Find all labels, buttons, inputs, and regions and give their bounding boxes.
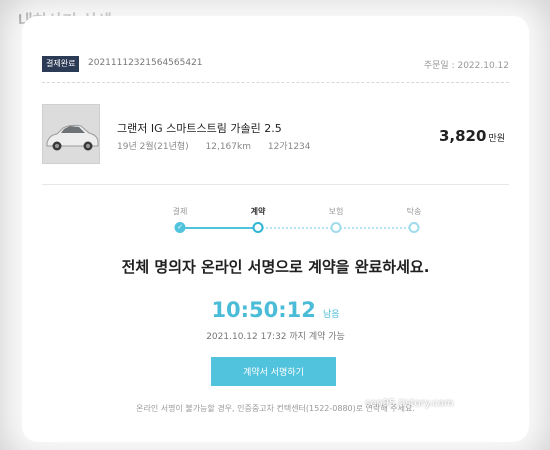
order-date: 주문일 : 2022.10.12	[423, 61, 509, 71]
deadline-text: 2021.10.12 17:32 까지 계약 가능	[206, 332, 345, 342]
car-meta: 19년 2월(21년형) 12,167km 12가1234	[117, 139, 325, 152]
divider	[42, 184, 509, 185]
order-detail-card: 결제완료 20211112321564565421 주문일 : 2022.10.…	[22, 16, 529, 442]
step-connector	[336, 227, 414, 229]
order-header: 결제완료 20211112321564565421 주문일 : 2022.10.…	[42, 56, 509, 74]
car-mileage: 12,167km	[205, 142, 251, 152]
car-price: 3,820 만원	[439, 126, 505, 145]
watermark: son95.tistory.com	[365, 398, 454, 409]
divider	[42, 82, 509, 83]
price-unit: 만원	[488, 134, 505, 144]
step-current-icon	[252, 222, 264, 233]
sign-contract-button[interactable]: 계약서 서명하기	[211, 357, 336, 386]
countdown-timer: 10:50:12 남음	[22, 298, 529, 322]
step-pending-icon	[330, 222, 342, 233]
step-done-check-icon: ✓	[174, 222, 186, 233]
timer-suffix: 남음	[323, 310, 340, 320]
car-image	[42, 104, 100, 164]
step-label-payment: 결제	[172, 207, 188, 216]
progress-stepper: 결제 계약 보험 탁송 ✓	[140, 206, 421, 236]
step-label-contract: 계약	[250, 207, 266, 216]
step-connector	[180, 227, 258, 229]
car-plate: 12가1234	[267, 142, 311, 152]
step-pending-icon	[408, 222, 420, 233]
car-name: 그랜저 IG 스마트스트림 가솔린 2.5	[117, 122, 282, 135]
step-connector	[258, 227, 336, 229]
price-value: 3,820	[438, 127, 487, 145]
timer-value: 10:50:12	[211, 298, 316, 322]
status-badge: 결제완료	[42, 56, 80, 72]
car-year: 19년 2월(21년형)	[117, 142, 189, 152]
instruction-headline: 전체 명의자 온라인 서명으로 계약을 완료하세요.	[121, 258, 430, 276]
order-number: 20211112321564565421	[88, 58, 203, 68]
step-label-insurance: 보험	[328, 207, 344, 216]
step-label-delivery: 탁송	[406, 207, 422, 216]
